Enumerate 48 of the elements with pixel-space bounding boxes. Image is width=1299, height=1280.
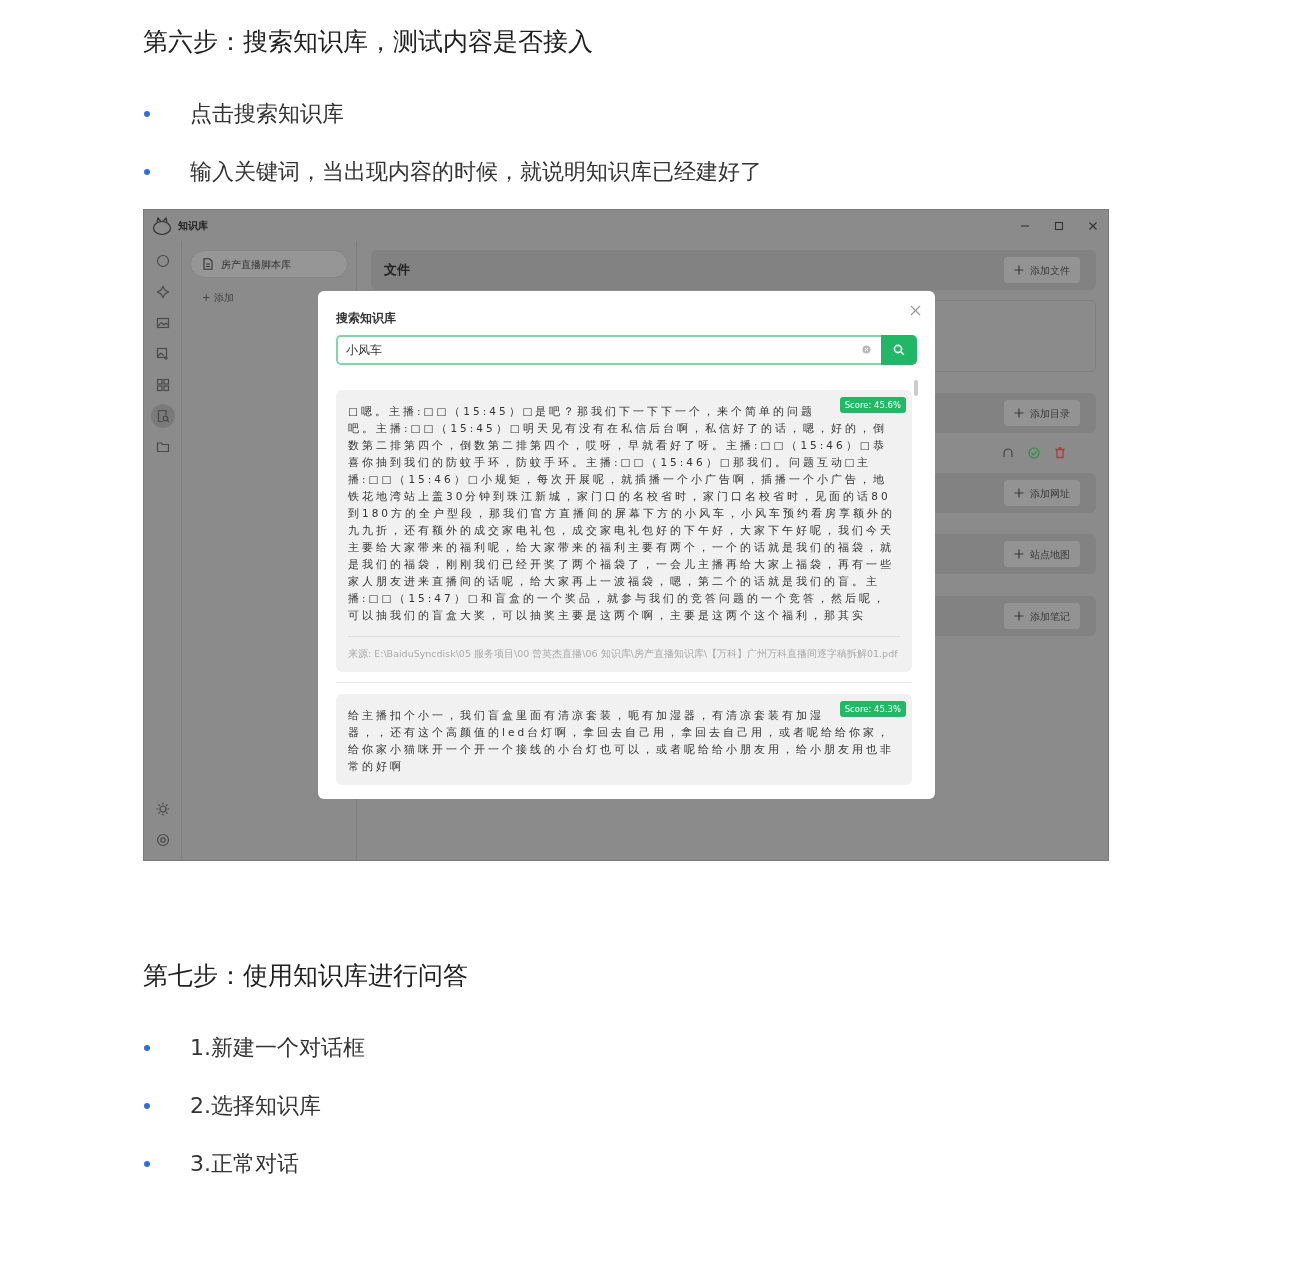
bullet-dot bbox=[144, 169, 150, 175]
section-heading: 第七步：使用知识库进行问答 bbox=[143, 961, 469, 991]
close-icon[interactable] bbox=[1088, 220, 1098, 231]
list-item-text: 3.正常对话 bbox=[190, 1150, 299, 1178]
search-icon bbox=[893, 344, 905, 356]
add-button[interactable]: 添加文件 bbox=[1004, 257, 1080, 283]
list-item-text: 点击搜索知识库 bbox=[190, 100, 344, 128]
section-heading: 第六步：搜索知识库，测试内容是否接入 bbox=[143, 27, 594, 57]
document-icon bbox=[203, 258, 213, 270]
add-button[interactable]: 添加网址 bbox=[1004, 480, 1080, 506]
clear-icon[interactable] bbox=[862, 345, 871, 354]
library-name: 房产直播脚本库 bbox=[221, 257, 291, 272]
rail-button[interactable] bbox=[150, 404, 175, 428]
image-add-icon bbox=[155, 347, 170, 361]
search-button[interactable] bbox=[881, 335, 917, 365]
bullet-dot bbox=[144, 1161, 150, 1167]
dialog-title: 搜索知识库 bbox=[336, 310, 397, 327]
add-button[interactable]: 添加目录 bbox=[1004, 400, 1080, 426]
bullet-dot bbox=[144, 1103, 150, 1109]
bullet-dot bbox=[144, 111, 150, 117]
search-field[interactable]: 小风车 bbox=[336, 335, 881, 365]
document-search-icon bbox=[155, 409, 170, 423]
sparkle-icon bbox=[155, 285, 170, 299]
logo-icon bbox=[152, 215, 172, 236]
plus-icon bbox=[1014, 265, 1024, 275]
image-icon bbox=[155, 316, 170, 330]
check-circle-icon[interactable] bbox=[1028, 447, 1040, 459]
plus-icon bbox=[1014, 408, 1024, 418]
list-item-text: 2.选择知识库 bbox=[190, 1092, 321, 1120]
grid-icon bbox=[155, 378, 170, 392]
list-item-text: 输入关键词，当出现内容的时候，就说明知识库已经建好了 bbox=[190, 158, 762, 186]
bullet-dot bbox=[144, 1045, 150, 1051]
plus-icon bbox=[1014, 611, 1024, 621]
plus-icon bbox=[1014, 488, 1024, 498]
library-item[interactable]: 房产直播脚本库 bbox=[190, 250, 348, 278]
plus-icon bbox=[1014, 549, 1024, 559]
sun-icon[interactable] bbox=[155, 802, 170, 816]
add-button[interactable]: 站点地图 bbox=[1004, 541, 1080, 567]
trash-icon[interactable] bbox=[1054, 447, 1066, 459]
section-title: 文件 bbox=[384, 261, 410, 280]
close-icon[interactable] bbox=[910, 305, 921, 316]
window-title: 知识库 bbox=[178, 219, 208, 233]
chat-icon bbox=[155, 254, 170, 268]
list-item-text: 1.新建一个对话框 bbox=[190, 1034, 365, 1062]
maximize-icon[interactable] bbox=[1054, 220, 1064, 231]
add-button[interactable]: 添加笔记 bbox=[1004, 603, 1080, 629]
folder-icon bbox=[155, 440, 170, 454]
scrollbar-thumb[interactable] bbox=[914, 380, 918, 396]
